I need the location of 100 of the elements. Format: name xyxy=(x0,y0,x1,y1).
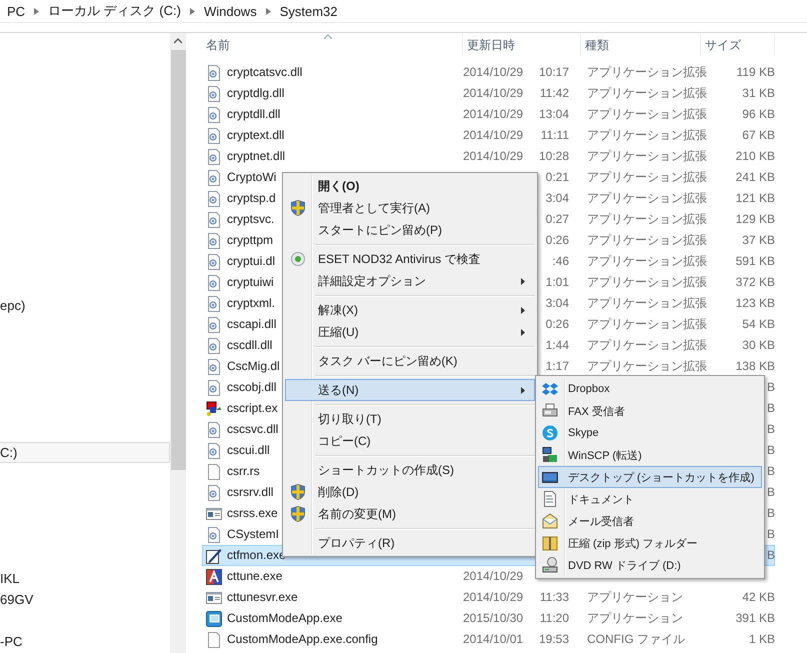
menu-item[interactable]: 圧縮(U) xyxy=(285,321,535,343)
printer-icon xyxy=(542,403,558,419)
modified-time: 11:20 xyxy=(540,610,569,627)
file-size: 138 KB xyxy=(736,358,775,375)
file-name: cryptxml. xyxy=(227,295,275,312)
modified-date: 2014/10/29 xyxy=(463,148,524,165)
envelope-icon xyxy=(542,513,558,529)
file-type: アプリケーション拡張 xyxy=(587,211,707,228)
file-name: csrr.rs xyxy=(227,463,260,480)
file-name: cscobj.dll xyxy=(227,379,276,396)
navigation-item[interactable]: -PC xyxy=(0,631,170,652)
file-size: 210 KB xyxy=(736,148,775,165)
modified-time: 11:33 xyxy=(540,589,569,606)
file-type: アプリケーション拡張 xyxy=(587,274,707,291)
file-size: 119 KB xyxy=(736,64,775,81)
modified-time: 0:26 xyxy=(546,316,569,333)
modified-time: 3:04 xyxy=(546,295,569,312)
menu-item[interactable]: 圧縮 (zip 形式) フォルダー xyxy=(538,532,762,554)
breadcrumb-item[interactable]: ローカル ディスク (C:) xyxy=(48,2,181,20)
menu-item[interactable]: デスクトップ (ショートカットを作成) xyxy=(538,466,762,488)
menu-item[interactable]: DVD RW ドライブ (D:) xyxy=(538,554,762,576)
file-name: cryptdll.dll xyxy=(227,106,280,123)
chevron-right-icon[interactable] xyxy=(266,8,271,14)
navigation-item[interactable]: 69GV xyxy=(0,589,170,610)
settings-file-icon xyxy=(206,296,222,312)
modified-date: 2015/10/30 xyxy=(463,610,524,627)
breadcrumb-item[interactable]: System32 xyxy=(280,4,338,18)
modified-date: 2014/10/29 xyxy=(463,568,524,585)
settings-file-icon xyxy=(206,232,222,248)
modified-time: 0:21 xyxy=(546,169,569,186)
file-size: 372 KB xyxy=(736,274,775,291)
submenu-arrow-icon xyxy=(521,307,525,314)
navigation-item[interactable]: C:) xyxy=(0,442,170,463)
menu-item[interactable]: Dropbox xyxy=(538,378,762,400)
chevron-right-icon[interactable] xyxy=(34,8,40,14)
file-size: 30 KB xyxy=(742,337,775,354)
file-size: 96 KB xyxy=(742,106,775,123)
file-type: アプリケーション拡張 xyxy=(587,316,707,333)
file-type: アプリケーション拡張 xyxy=(587,253,707,270)
menu-item[interactable]: 名前の変更(M) xyxy=(285,503,535,525)
menu-item[interactable]: ESET NOD32 Antivirus で検査 xyxy=(285,248,535,270)
menu-item[interactable]: WinSCP (転送) xyxy=(538,444,762,466)
modified-date: 2014/10/29 xyxy=(463,64,524,81)
menu-item[interactable]: スタートにピン留め(P) xyxy=(285,219,535,241)
script-icon xyxy=(206,400,222,416)
menu-item[interactable]: 管理者として実行(A) xyxy=(285,197,535,219)
file-name: cscapi.dll xyxy=(227,316,276,333)
file-size: 121 KB xyxy=(736,190,775,207)
menu-item[interactable]: プロパティ(R) xyxy=(285,532,535,554)
menu-item[interactable]: 送る(N) xyxy=(285,379,535,401)
file-name: CscMig.dl xyxy=(227,358,280,375)
file-size: 42 KB xyxy=(742,589,775,606)
file-icon xyxy=(206,464,222,480)
column-header[interactable]: サイズ xyxy=(701,34,775,56)
menu-item[interactable]: Skype xyxy=(538,422,762,444)
scrollbar[interactable] xyxy=(170,33,186,653)
settings-file-icon xyxy=(206,190,222,206)
modified-time: 10:28 xyxy=(538,148,569,165)
file-size: B xyxy=(766,547,775,564)
modified-date: 2014/10/29 xyxy=(463,106,524,123)
column-header[interactable]: 種類 xyxy=(581,34,701,56)
menu-item[interactable]: ショートカットの作成(S) xyxy=(285,459,535,481)
file-name: cryptcatsvc.dll xyxy=(227,64,302,81)
settings-file-icon xyxy=(206,64,222,80)
chevron-right-icon[interactable] xyxy=(190,8,195,14)
file-size: 31 KB xyxy=(742,85,775,102)
file-name: cscui.dll xyxy=(227,442,270,459)
file-type: アプリケーション拡張 xyxy=(587,127,707,144)
menu-item[interactable]: コピー(C) xyxy=(285,430,535,452)
scrollbar-thumb[interactable] xyxy=(170,50,186,470)
file-size: 54 KB xyxy=(742,316,775,333)
column-header[interactable]: 名前 xyxy=(202,34,463,56)
modified-date: 2014/10/29 xyxy=(463,127,524,144)
modified-time: 1:17 xyxy=(546,358,569,375)
shield-icon xyxy=(290,506,306,522)
shield-icon xyxy=(290,484,306,500)
skype-icon xyxy=(542,425,558,441)
modified-date: 2014/10/29 xyxy=(463,85,524,102)
menu-item[interactable]: 削除(D) xyxy=(285,481,535,503)
menu-item[interactable]: 切り取り(T) xyxy=(285,408,535,430)
menu-item[interactable]: タスク バーにピン留め(K) xyxy=(285,350,535,372)
menu-item[interactable]: 開く(O) xyxy=(285,175,535,197)
document-icon xyxy=(542,491,558,507)
navigation-item[interactable]: IKL xyxy=(0,568,170,589)
file-type: アプリケーション拡張 xyxy=(587,358,707,375)
modified-time: 3:04 xyxy=(546,190,569,207)
breadcrumb-item[interactable]: PC xyxy=(7,4,26,18)
menu-item[interactable]: ドキュメント xyxy=(538,488,762,510)
menu-item[interactable]: 詳細設定オプション xyxy=(285,270,535,292)
column-header[interactable]: 更新日時 xyxy=(463,34,581,56)
settings-file-icon xyxy=(206,316,222,332)
file-type: アプリケーション拡張 xyxy=(587,190,707,207)
menu-item[interactable]: 解凍(X) xyxy=(285,299,535,321)
menu-item[interactable]: FAX 受信者 xyxy=(538,400,762,422)
menu-item[interactable]: メール受信者 xyxy=(538,510,762,532)
navigation-item[interactable]: epc) xyxy=(0,295,170,316)
breadcrumb-item[interactable]: Windows xyxy=(204,4,257,18)
window-icon xyxy=(206,590,222,606)
file-name: crypttpm xyxy=(227,232,274,249)
file-name: cryptsvc. xyxy=(227,211,274,228)
